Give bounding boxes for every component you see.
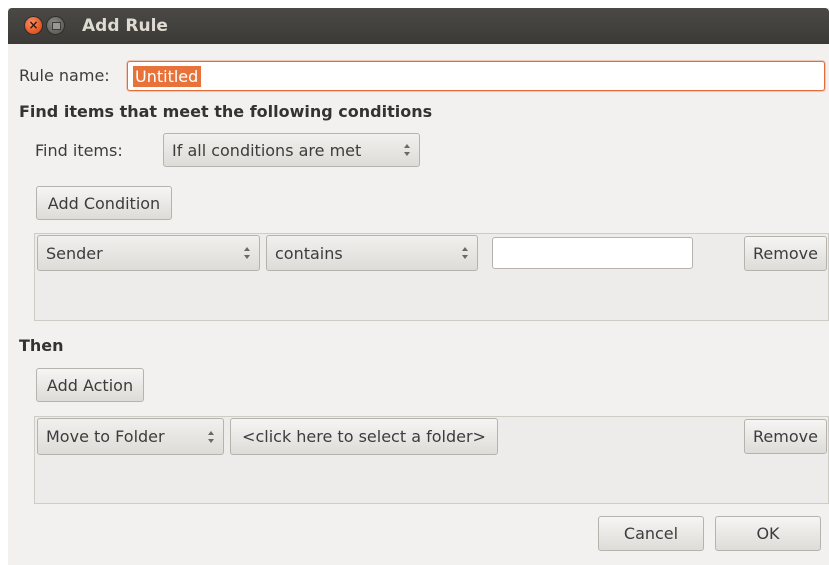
action-type-value: Move to Folder	[46, 427, 165, 446]
add-condition-button[interactable]: Add Condition	[36, 186, 172, 220]
select-folder-button[interactable]: <click here to select a folder>	[230, 418, 498, 455]
condition-value-input[interactable]	[492, 237, 693, 269]
find-items-label: Find items:	[35, 141, 123, 160]
combo-arrows-icon	[403, 143, 411, 157]
action-type-combo[interactable]: Move to Folder	[37, 418, 224, 455]
cancel-button[interactable]: Cancel	[598, 516, 704, 551]
combo-arrows-icon	[207, 430, 215, 444]
rule-name-value: Untitled	[133, 66, 202, 87]
condition-operator-value: contains	[275, 243, 343, 263]
remove-condition-button[interactable]: Remove	[744, 236, 827, 271]
add-action-button[interactable]: Add Action	[36, 368, 144, 402]
conditions-heading: Find items that meet the following condi…	[19, 102, 433, 121]
rule-name-label: Rule name:	[19, 66, 110, 85]
find-items-value: If all conditions are met	[172, 140, 362, 160]
title-bar: × Add Rule	[8, 8, 829, 44]
remove-action-button[interactable]: Remove	[744, 419, 827, 454]
actions-panel: Move to Folder <click here to select a f…	[34, 416, 829, 504]
minimize-icon[interactable]	[47, 17, 64, 34]
window-title: Add Rule	[82, 16, 168, 36]
find-items-combo[interactable]: If all conditions are met	[163, 133, 420, 167]
condition-field-value: Sender	[46, 243, 103, 263]
close-icon[interactable]: ×	[25, 17, 42, 34]
condition-operator-combo[interactable]: contains	[266, 235, 478, 271]
actions-heading: Then	[19, 336, 64, 355]
add-rule-dialog: × Add Rule Rule name: Untitled Find item…	[8, 8, 829, 565]
condition-field-combo[interactable]: Sender	[37, 235, 260, 271]
conditions-panel: Sender contains Remove	[34, 233, 829, 321]
combo-arrows-icon	[243, 246, 251, 260]
combo-arrows-icon	[461, 246, 469, 260]
ok-button[interactable]: OK	[715, 516, 821, 551]
rule-name-input[interactable]: Untitled	[127, 61, 825, 91]
